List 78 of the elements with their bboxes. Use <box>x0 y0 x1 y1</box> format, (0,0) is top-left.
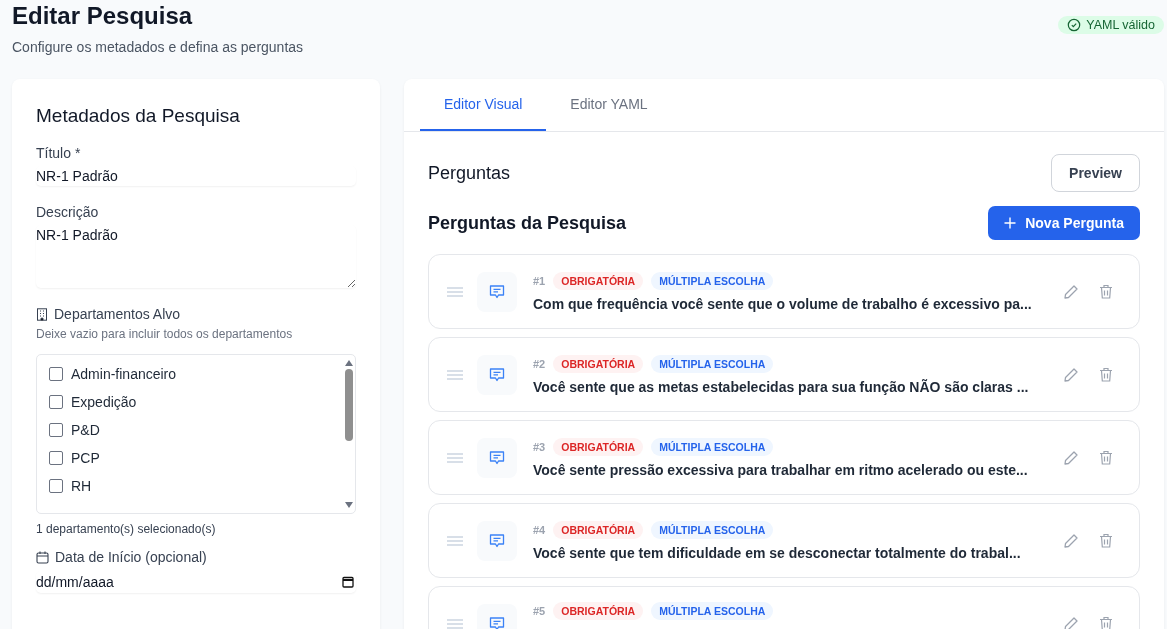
delete-icon[interactable] <box>1099 367 1113 382</box>
question-type-icon <box>477 437 517 478</box>
page-subtitle: Configure os metadados e defina as perguntas <box>12 39 304 55</box>
required-tag: OBRIGATÓRIA <box>553 520 644 539</box>
question-type-tag: MÚLTIPLA ESCOLHA <box>651 520 774 539</box>
preview-button[interactable]: Preview <box>1051 154 1140 192</box>
checkbox[interactable] <box>49 395 63 409</box>
department-option[interactable]: P&D <box>49 421 331 439</box>
question-type-tag: MÚLTIPLA ESCOLHA <box>651 354 774 373</box>
description-textarea[interactable]: NR-1 Padrão <box>36 225 356 288</box>
editor-tab[interactable]: Editor Visual <box>420 79 547 131</box>
question-type-icon <box>477 354 517 395</box>
plus-icon <box>1004 217 1017 229</box>
department-option[interactable]: Admin-financeiro <box>49 365 331 383</box>
required-tag: OBRIGATÓRIA <box>553 354 644 373</box>
question-number: #2 <box>533 357 546 370</box>
questions-list-heading: Perguntas da Pesquisa <box>428 212 627 234</box>
question-type-tag: MÚLTIPLA ESCOLHA <box>651 437 774 456</box>
question-number: #1 <box>533 274 546 287</box>
question-number: #3 <box>533 440 546 453</box>
departments-label: Departamentos Alvo <box>54 306 181 322</box>
calendar-icon <box>36 550 49 564</box>
checkbox[interactable] <box>49 451 63 465</box>
drag-handle-icon[interactable] <box>447 452 463 463</box>
question-text: Com que frequência você sente que o volume de trabalho é excessivo pa... <box>533 295 1033 312</box>
delete-icon[interactable] <box>1099 533 1113 548</box>
questions-heading: Perguntas <box>428 162 511 184</box>
edit-icon[interactable] <box>1063 532 1079 549</box>
question-number: #4 <box>533 523 546 536</box>
question-text: Você sente que tem dificuldade em se desconectar totalmente do trabal... <box>533 544 1022 561</box>
edit-icon[interactable] <box>1063 366 1079 383</box>
drag-handle-icon[interactable] <box>447 618 463 629</box>
drag-handle-icon[interactable] <box>447 369 463 380</box>
start-date-label: Data de Início (opcional) <box>55 549 207 565</box>
checkbox[interactable] <box>49 479 63 493</box>
question-type-icon <box>477 271 517 312</box>
departments-count: 1 departamento(s) selecionado(s) <box>36 522 217 536</box>
yaml-status-label: YAML válido <box>1086 18 1155 32</box>
title-input[interactable]: NR-1 Padrão <box>36 166 356 186</box>
department-option[interactable]: Expedição <box>49 393 331 411</box>
question-type-icon <box>477 520 517 561</box>
required-tag: OBRIGATÓRIA <box>553 437 644 456</box>
edit-icon[interactable] <box>1063 283 1079 300</box>
drag-handle-icon[interactable] <box>447 286 463 297</box>
edit-icon[interactable] <box>1063 615 1079 629</box>
delete-icon[interactable] <box>1099 616 1113 629</box>
page-title: Editar Pesquisa <box>12 2 194 30</box>
delete-icon[interactable] <box>1099 284 1113 299</box>
department-option[interactable]: RH <box>49 477 331 495</box>
delete-icon[interactable] <box>1099 450 1113 465</box>
checkbox[interactable] <box>49 367 63 381</box>
question-number: #5 <box>533 605 546 617</box>
question-card[interactable]: #1 OBRIGATÓRIA MÚLTIPLA ESCOLHA Com que frequência você sente que o volume de trabalho é excessivo pa... <box>428 254 1140 329</box>
question-text: Você sente que as metas estabelecidas para sua função NÃO são claras ... <box>533 378 1030 395</box>
required-tag: OBRIGATÓRIA <box>553 602 644 620</box>
calendar-icon <box>342 576 354 588</box>
drag-handle-icon[interactable] <box>447 535 463 546</box>
checkbox[interactable] <box>49 423 63 437</box>
new-question-button[interactable]: Nova Pergunta <box>988 206 1140 240</box>
question-text: Você sente pressão excessiva para trabalhar em ritmo acelerado ou este... <box>533 461 1029 478</box>
question-card[interactable]: #2 OBRIGATÓRIA MÚLTIPLA ESCOLHA Você sente que as metas estabelecidas para sua função NÃO são claras ... <box>428 337 1140 412</box>
metadata-heading: Metadados da Pesquisa <box>36 105 241 127</box>
question-type-tag: MÚLTIPLA ESCOLHA <box>651 271 774 290</box>
question-card[interactable]: #3 OBRIGATÓRIA MÚLTIPLA ESCOLHA Você sente pressão excessiva para trabalhar em ritmo acelerado ou este... <box>428 420 1140 495</box>
departments-hint: Deixe vazio para incluir todos os departamentos <box>36 327 294 341</box>
question-card[interactable]: #5 OBRIGATÓRIA MÚLTIPLA ESCOLHA <box>428 586 1140 629</box>
check-circle-icon <box>1067 18 1082 32</box>
building-icon <box>36 307 48 321</box>
title-label: Título * <box>36 145 82 161</box>
scroll-up-icon[interactable] <box>345 360 353 366</box>
editor-tab[interactable]: Editor YAML <box>546 79 672 131</box>
edit-icon[interactable] <box>1063 449 1079 466</box>
department-option[interactable]: PCP <box>49 449 331 467</box>
description-label: Descrição <box>36 204 100 220</box>
question-type-tag: MÚLTIPLA ESCOLHA <box>651 602 774 620</box>
scroll-down-icon[interactable] <box>345 502 353 508</box>
question-card[interactable]: #4 OBRIGATÓRIA MÚLTIPLA ESCOLHA Você sente que tem dificuldade em se desconectar totalmente do trabal... <box>428 503 1140 578</box>
required-tag: OBRIGATÓRIA <box>553 271 644 290</box>
